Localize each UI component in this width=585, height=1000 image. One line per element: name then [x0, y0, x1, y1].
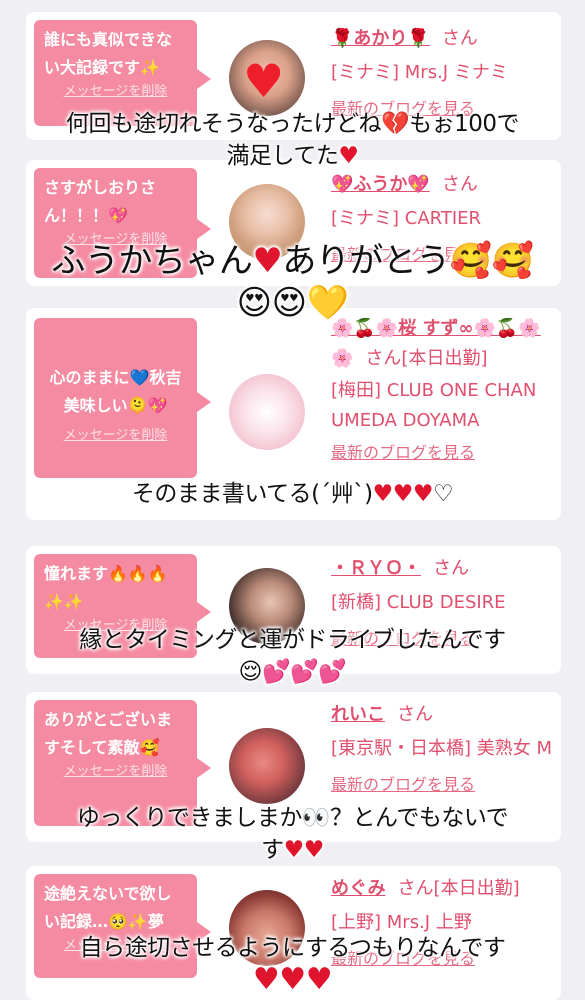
heart-sticker-icon: ♥: [243, 54, 285, 108]
red-heart-icon: [306, 964, 332, 996]
avatar[interactable]: [229, 374, 305, 450]
caption-line: 😌💕💕💕: [238, 659, 347, 685]
caption-line: 何回も途切れそうなったけどね💔もぉ100で: [65, 111, 520, 137]
caption-1: 何回も途切れそうなったけどね💔もぉ100で 満足してた: [0, 108, 585, 172]
message-text: ありがとございますそして素敵🥰: [44, 710, 173, 757]
message-text: 憧れます🔥🔥🔥✨✨: [44, 564, 168, 611]
message-text: さすがしおりさん！！！💖: [44, 178, 157, 225]
caption-4: 縁とタイミングと運がドライブしたんです 😌💕💕💕: [0, 624, 585, 688]
red-heart-icon: [413, 478, 433, 510]
red-heart-icon: [252, 240, 282, 282]
caption-2: ふうかちゃんありがとう🥰🥰 😍😍💛: [0, 240, 585, 324]
red-heart-icon: [373, 478, 393, 510]
red-heart-icon: [393, 478, 413, 510]
shop-label: [ミナミ] Mrs.J ミナミ: [331, 62, 508, 83]
caption-line: そのまま書いてる(´艸`): [131, 481, 373, 507]
red-heart-icon: [253, 964, 279, 996]
avatar[interactable]: ♥: [229, 40, 305, 116]
flower-icon: 🌸: [331, 348, 354, 369]
caption-line: 縁とタイミングと運がドライブしたんです: [79, 627, 506, 653]
san-label: さん: [441, 28, 478, 49]
cast-name-link[interactable]: ・ＲＹＯ・: [331, 558, 421, 579]
delete-message-link[interactable]: メッセージを削除: [44, 762, 187, 782]
message-bubble: 心のままに💙秋吉美味しい🫠💖 メッセージを削除: [34, 318, 211, 478]
cast-name-link[interactable]: めぐみ: [331, 878, 386, 899]
red-heart-icon: [304, 834, 324, 866]
caption-6: 自ら途切させるようにするつもりなんです: [0, 932, 585, 996]
red-heart-icon: [338, 140, 358, 172]
shop-label: [ミナミ] CARTIER: [331, 208, 482, 229]
cast-name-link[interactable]: 🌹あかり🌹: [331, 28, 430, 49]
shop-label: [梅田] CLUB ONE CHAN UMEDA DOYAMA: [331, 380, 537, 431]
caption-line: 満足してた: [226, 143, 339, 169]
cast-name-link[interactable]: 💖ふうか💖: [331, 174, 430, 195]
caption-line: ありがとう🥰🥰: [282, 241, 534, 281]
san-label: さん: [441, 174, 478, 195]
caption-3: そのまま書いてる(´艸`) ♡: [0, 478, 585, 510]
red-heart-icon: [284, 834, 304, 866]
san-label: さん[本日出勤]: [365, 348, 488, 369]
message-text: 心のままに💙秋吉美味しい🫠💖: [49, 368, 182, 415]
caption-line: ゆっくりできましまか👀？とんでもないで: [76, 805, 509, 831]
caption-line: ふうかちゃん: [51, 241, 253, 281]
delete-message-link[interactable]: メッセージを削除: [44, 82, 187, 102]
message-text: 誰にも真似できない大記録です✨: [44, 30, 173, 77]
latest-blog-link[interactable]: 最新のブログを見る: [331, 770, 555, 800]
avatar[interactable]: [229, 728, 305, 804]
delete-message-link[interactable]: メッセージを削除: [44, 426, 187, 446]
caption-5: ゆっくりできましまか👀？とんでもないで す: [0, 802, 585, 866]
caption-line: す: [261, 837, 284, 863]
san-label: さん: [433, 558, 469, 579]
shop-label: [東京駅・日本橋] 美熟女 M: [331, 738, 553, 759]
latest-blog-link[interactable]: 最新のブログを見る: [331, 438, 555, 468]
caption-line: ♡: [433, 481, 454, 507]
san-label: さん: [397, 704, 433, 725]
red-heart-icon: [279, 964, 305, 996]
caption-line: 自ら途切させるようにするつもりなんです: [79, 935, 506, 961]
shop-label: [新橋] CLUB DESIRE: [331, 592, 506, 613]
cast-name-link[interactable]: れいこ: [331, 704, 385, 725]
caption-line: 😍😍💛: [236, 283, 349, 323]
message-text: 途絶えないで欲しい記録…🥺✨夢: [44, 884, 172, 931]
san-label: さん[本日出勤]: [397, 878, 520, 899]
